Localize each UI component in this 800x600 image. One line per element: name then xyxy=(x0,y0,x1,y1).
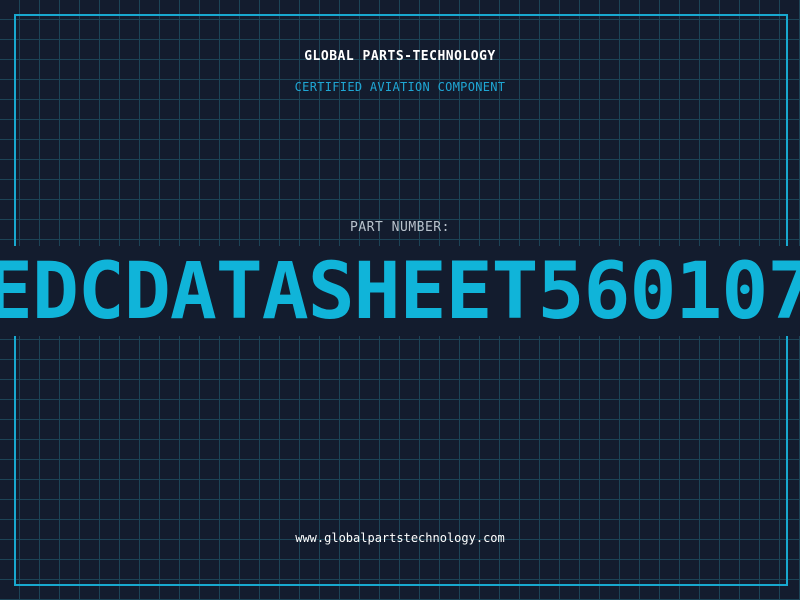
part-number-value: EDCDATASHEET5601075 xyxy=(0,247,800,336)
company-name: GLOBAL PARTS-TECHNOLOGY xyxy=(304,49,496,64)
website-url: www.globalpartstechnology.com xyxy=(295,531,505,545)
part-number-label: PART NUMBER: xyxy=(350,220,450,235)
part-number-band: EDCDATASHEET5601075 xyxy=(0,246,800,336)
certification-tagline: CERTIFIED AVIATION COMPONENT xyxy=(294,80,506,94)
